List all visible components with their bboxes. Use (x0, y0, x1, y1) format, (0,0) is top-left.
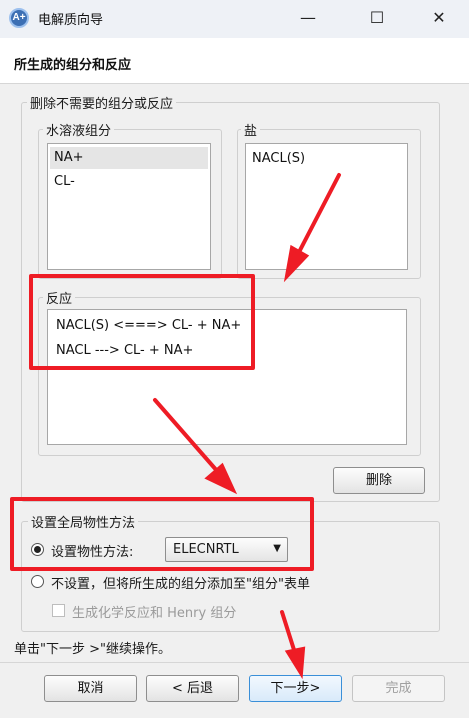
close-button[interactable]: ✕ (416, 0, 462, 38)
next-button[interactable]: 下一步> (249, 675, 342, 702)
back-button[interactable]: < 后退 (146, 675, 239, 702)
annotation-box-reactions (29, 274, 255, 370)
generate-reactions-checkbox[interactable] (52, 604, 65, 617)
aqueous-components-list[interactable]: NA+ CL- (47, 143, 211, 270)
page-title: 所生成的组分和反应 (14, 58, 132, 73)
maximize-button[interactable]: ☐ (354, 0, 400, 38)
list-item[interactable]: NACL(S) (252, 151, 305, 166)
list-item[interactable]: NA+ (50, 147, 208, 169)
finish-button: 完成 (352, 675, 445, 702)
salt-group-label: 盐 (241, 120, 261, 139)
minimize-button[interactable]: — (285, 0, 331, 38)
cancel-button[interactable]: 取消 (44, 675, 137, 702)
list-item[interactable]: CL- (54, 174, 75, 189)
footer-hint: 单击"下一步 >"继续操作。 (14, 642, 171, 657)
no-set-radio[interactable] (31, 575, 44, 588)
aqueous-group-label: 水溶液组分 (43, 120, 115, 139)
app-icon: A+ (9, 8, 29, 28)
window-title: 电解质向导 (38, 13, 104, 28)
footer-divider (0, 662, 469, 663)
no-set-label: 不设置，但将所生成的组分添加至"组分"表单 (51, 577, 310, 592)
salt-list[interactable]: NACL(S) (245, 143, 408, 270)
remove-group-label: 删除不需要的组分或反应 (27, 93, 177, 112)
generate-reactions-label: 生成化学反应和 Henry 组分 (72, 606, 237, 621)
annotation-box-property-method (10, 497, 314, 571)
delete-button[interactable]: 删除 (333, 467, 425, 494)
annotation-arrow-head (284, 646, 306, 680)
